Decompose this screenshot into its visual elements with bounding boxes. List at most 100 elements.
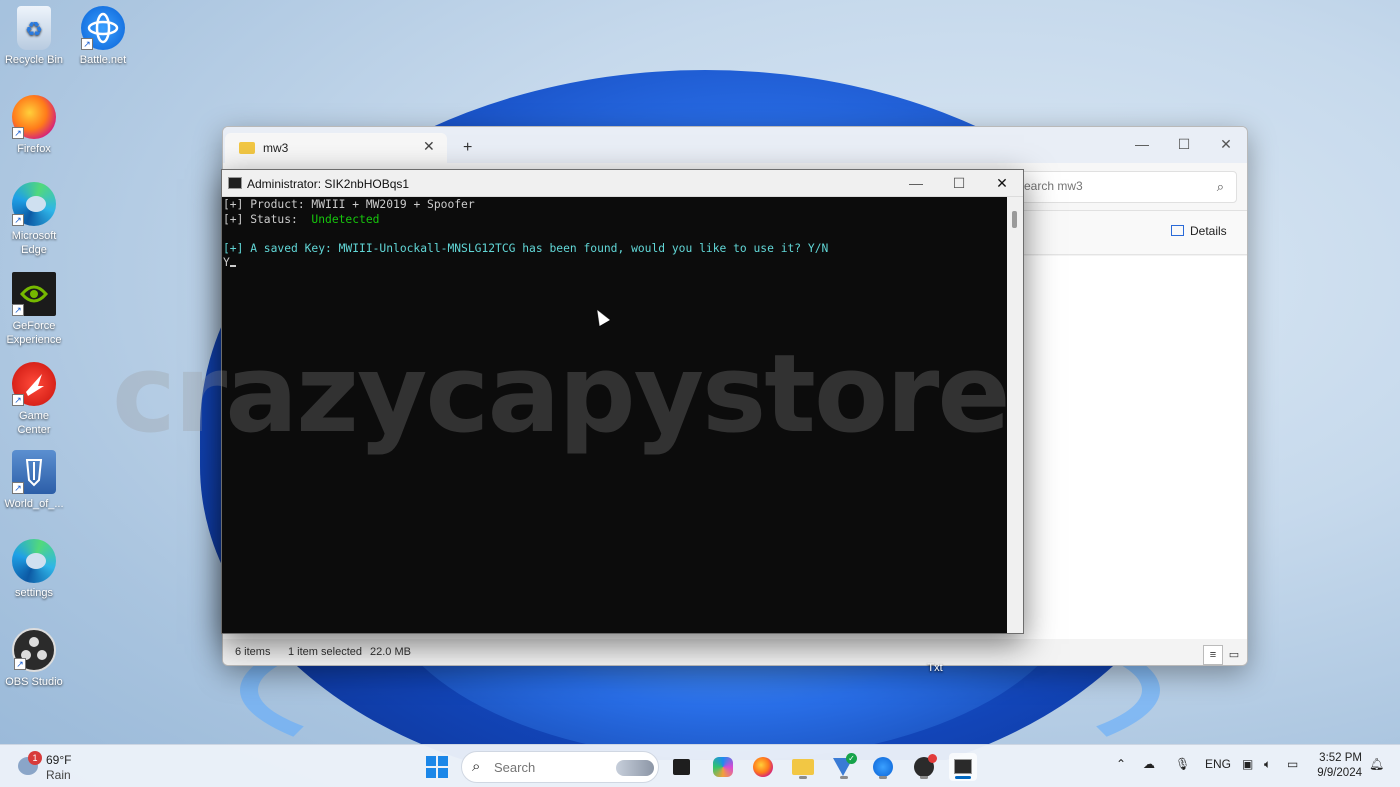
console-app-icon [954, 759, 972, 774]
taskbar-app-check[interactable]: ✓ [830, 753, 858, 781]
desktop-icon-obs-studio[interactable]: ↗ OBS Studio [1, 628, 67, 689]
tiles-view-button[interactable]: ▭ [1224, 645, 1244, 665]
minimize-button[interactable]: — [1121, 131, 1163, 157]
recording-badge-icon [928, 754, 937, 763]
console-line-status: [+] Status: Undetected [223, 213, 379, 226]
task-view-icon [673, 759, 690, 775]
close-tab-icon[interactable]: ✕ [423, 138, 435, 155]
console-scrollbar[interactable] [1007, 197, 1023, 633]
weather-badge: 1 [28, 751, 42, 765]
console-input-text: Y [223, 256, 230, 270]
clock-time: 3:52 PM [1319, 752, 1362, 764]
console-cursor [229, 265, 236, 268]
console-title: Administrator: SIK2nbHOBqs1 [247, 177, 410, 191]
search-icon[interactable]: ⌕ [1217, 179, 1224, 195]
taskbar-copilot[interactable] [709, 753, 737, 781]
desktop-icon-label: Battle.net [79, 54, 127, 66]
language-indicator[interactable]: ENG [1205, 757, 1231, 771]
explorer-tab[interactable]: mw3 ✕ [225, 133, 447, 163]
desktop-icon-world-of-warships[interactable]: ↗ World_of_... [1, 450, 67, 511]
folder-icon [239, 142, 255, 154]
world-of-warships-icon: ↗ [12, 450, 56, 494]
desktop-icon-geforce[interactable]: ↗ GeForce Experience [1, 272, 67, 347]
copilot-icon [713, 757, 733, 777]
show-hidden-icons-chevron-icon[interactable]: ⌃ [1116, 757, 1126, 771]
console-line-key-prompt: [+] A saved Key: MWIII-Unlockall-MNSLG12… [223, 241, 829, 255]
taskbar-clock[interactable]: 3:52 PM 9/9/2024 [1316, 751, 1362, 781]
desktop-icon-battlenet[interactable]: ↗ Battle.net [70, 6, 136, 67]
taskbar-battlenet[interactable] [869, 753, 897, 781]
desktop-icon-game-center[interactable]: ↗ Game Center [1, 362, 67, 437]
edge-icon [12, 539, 56, 583]
shortcut-arrow-icon: ↗ [14, 658, 26, 670]
explorer-tab-bar: mw3 ✕ + — ☐ ✕ [223, 127, 1247, 163]
shortcut-arrow-icon: ↗ [12, 214, 24, 226]
running-indicator [879, 776, 887, 779]
console-close-button[interactable]: ✕ [981, 170, 1023, 196]
shortcut-arrow-icon: ↗ [12, 482, 24, 494]
battery-icon[interactable]: ▭ [1287, 757, 1298, 771]
taskbar-task-view[interactable] [668, 753, 696, 781]
status-label: [+] Status: [223, 212, 312, 226]
notification-bell-icon[interactable]: 🔔︎ [1369, 757, 1384, 771]
details-pane-button[interactable]: Details [1171, 224, 1227, 238]
close-button[interactable]: ✕ [1205, 131, 1247, 157]
file-explorer-icon [792, 759, 814, 775]
console-input-line[interactable]: Y [223, 256, 236, 269]
console-maximize-button[interactable]: ☐ [938, 170, 980, 196]
desktop-icon-recycle-bin[interactable]: ♻ Recycle Bin [1, 6, 67, 67]
desktop-icon-label: World_of_... [4, 498, 64, 510]
desktop-icon-label: Txt [927, 662, 943, 674]
details-view-button[interactable]: ≡ [1203, 645, 1223, 665]
desktop-icon-edge[interactable]: ↗ Microsoft Edge [1, 182, 67, 257]
firefox-icon: ↗ [12, 95, 56, 139]
shortcut-arrow-icon: ↗ [12, 394, 24, 406]
search-input[interactable] [1016, 179, 1196, 193]
shortcut-arrow-icon: ↗ [12, 127, 24, 139]
desktop-icon-label: Firefox [17, 143, 51, 155]
desktop-icon-txt[interactable]: Txt [918, 662, 952, 674]
console-app-icon [228, 177, 242, 189]
windows-logo-icon [426, 756, 448, 778]
taskbar-console[interactable] [949, 753, 977, 781]
battlenet-icon [873, 757, 893, 777]
onedrive-offline-icon[interactable]: ☁ [1143, 757, 1155, 771]
desktop-icon-label: settings [15, 587, 53, 599]
taskbar-search[interactable]: ⌕ [461, 751, 659, 783]
shortcut-arrow-icon: ↗ [12, 304, 24, 316]
console-titlebar[interactable]: Administrator: SIK2nbHOBqs1 — ☐ ✕ [222, 170, 1023, 197]
console-line-product: [+] Product: MWIII + MW2019 + Spoofer [223, 198, 475, 211]
status-item-count: 6 items [235, 646, 271, 658]
maximize-button[interactable]: ☐ [1163, 131, 1205, 157]
desktop-icon-settings[interactable]: settings [1, 539, 67, 600]
taskbar-search-input[interactable] [494, 760, 604, 775]
new-tab-button[interactable]: + [463, 139, 472, 157]
desktop-icon-firefox[interactable]: ↗ Firefox [1, 95, 67, 156]
shortcut-arrow-icon: ↗ [81, 38, 93, 50]
taskbar-firefox[interactable] [749, 753, 777, 781]
volume-icon[interactable]: 🔈︎ [1264, 757, 1271, 772]
microphone-icon[interactable]: 🎙︎ [1175, 757, 1190, 771]
clock-date: 9/9/2024 [1317, 767, 1362, 779]
obs-studio-icon: ↗ [12, 628, 56, 672]
taskbar-obs-studio[interactable] [910, 753, 938, 781]
svg-text:♻: ♻ [25, 17, 43, 41]
search-highlight-icon [616, 760, 654, 776]
taskbar-file-explorer[interactable] [789, 753, 817, 781]
recycle-bin-icon: ♻ [17, 6, 51, 50]
desktop-icon-label: GeForce Experience [6, 320, 62, 346]
running-indicator [799, 776, 807, 779]
details-label: Details [1190, 224, 1227, 238]
start-button[interactable] [423, 753, 451, 781]
product-label: [+] Product: [223, 198, 312, 211]
search-box[interactable]: ⌕ [1005, 171, 1237, 203]
network-icon[interactable]: ▣ [1242, 757, 1253, 771]
console-minimize-button[interactable]: — [895, 170, 937, 196]
desktop-icon-label: Game Center [17, 410, 51, 436]
edge-icon: ↗ [12, 182, 56, 226]
running-indicator [840, 776, 848, 779]
desktop-icon-label: OBS Studio [5, 676, 63, 688]
taskbar: 1 69°F Rain ⌕ ✓ [0, 744, 1400, 787]
running-indicator [920, 776, 928, 779]
scrollbar-thumb[interactable] [1012, 211, 1017, 228]
